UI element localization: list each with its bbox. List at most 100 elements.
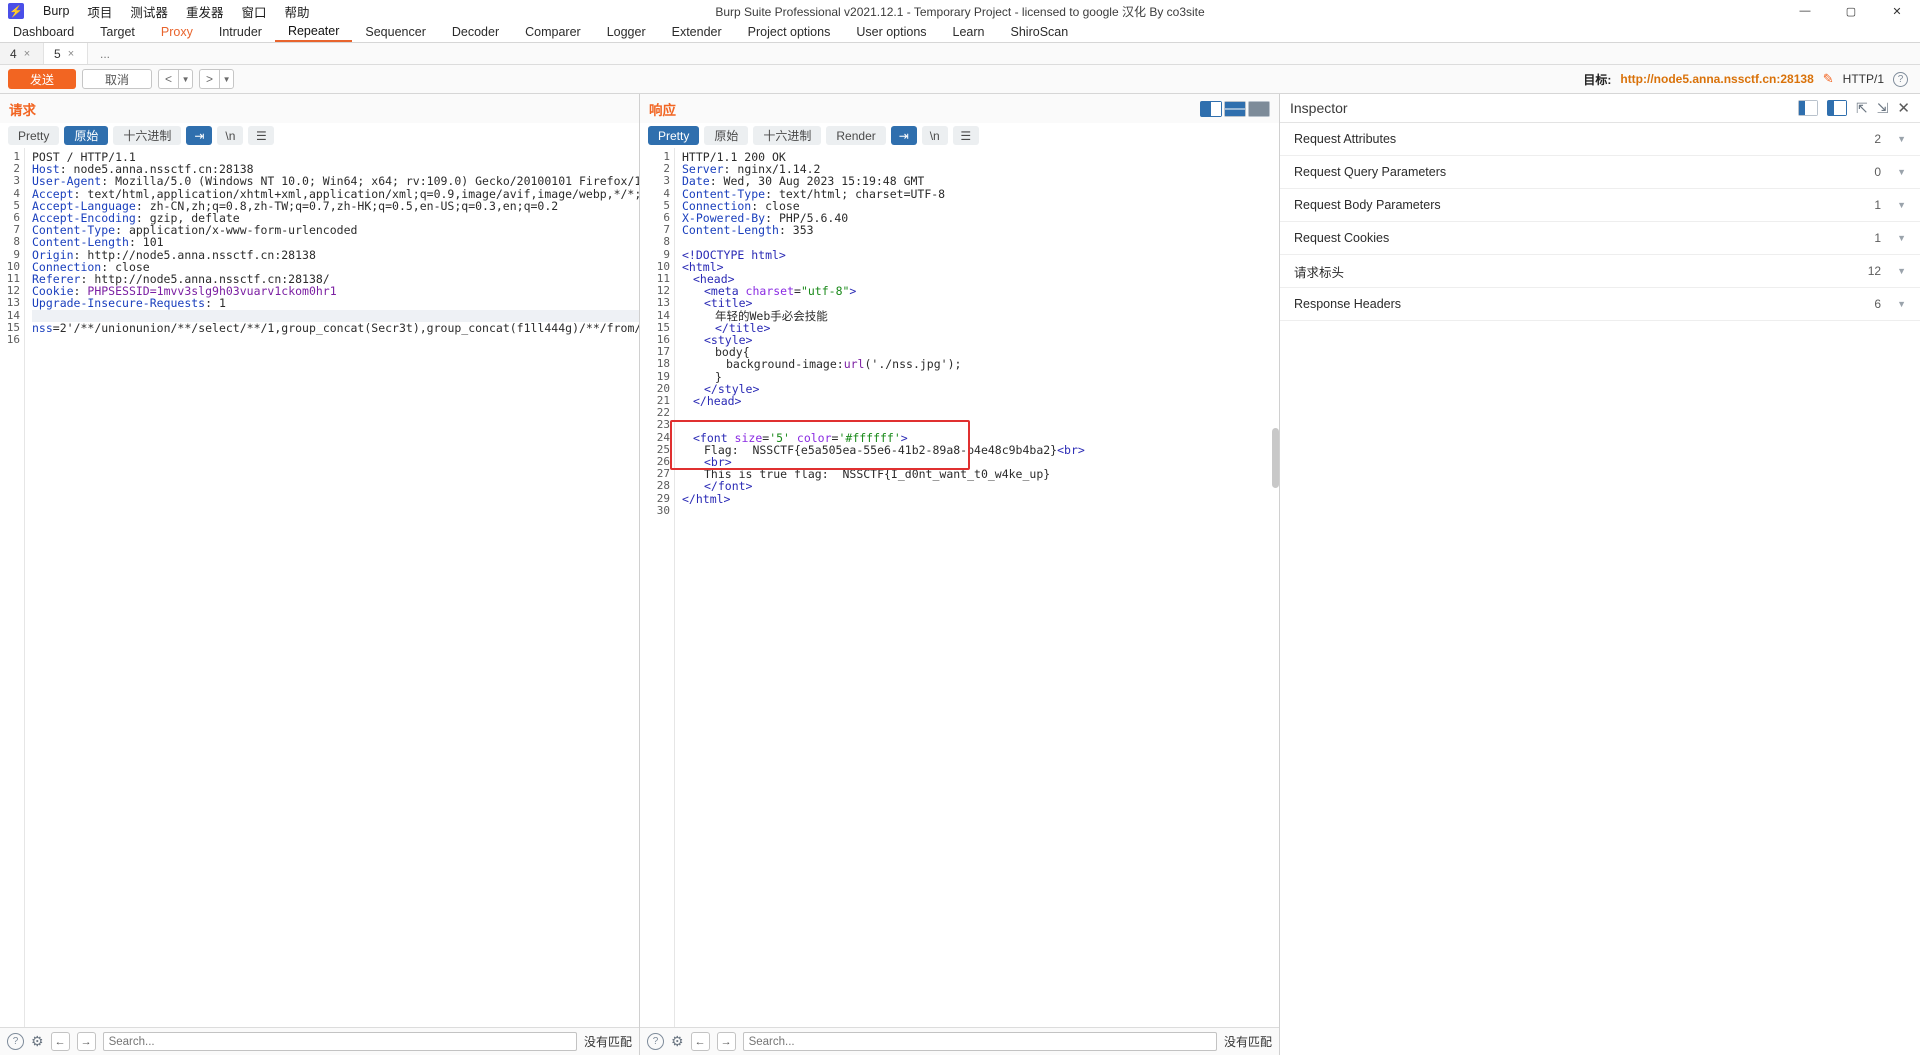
code-line[interactable]: <style> [682, 334, 1279, 346]
code-line[interactable]: <!DOCTYPE html> [682, 249, 1279, 261]
inspector-row-5[interactable]: Response Headers 6 ▼ [1280, 288, 1920, 321]
code-line[interactable]: Upgrade-Insecure-Requests: 1 [32, 297, 639, 309]
menu-item-intruder[interactable]: 测试器 [121, 0, 177, 23]
response-body-text[interactable]: HTTP/1.1 200 OK Server: nginx/1.14.2 Date:… [674, 148, 1279, 1027]
inspector-row-0[interactable]: Request Attributes 2 ▼ [1280, 123, 1920, 156]
code-line[interactable]: } [682, 371, 1279, 383]
code-line[interactable]: </style> [682, 383, 1279, 395]
cancel-button[interactable]: 取消 [82, 69, 153, 89]
tab-decoder[interactable]: Decoder [439, 22, 512, 42]
code-line[interactable] [682, 566, 1279, 578]
split-horizontal-icon[interactable] [1224, 100, 1246, 117]
code-line[interactable]: </font> [682, 480, 1279, 492]
request-body-text[interactable]: POST / HTTP/1.1 Host: node5.anna.nssctf.c… [24, 148, 639, 1027]
close-icon[interactable]: × [68, 48, 74, 60]
chevron-down-icon[interactable]: ▼ [1897, 134, 1906, 144]
pane-resize-handle[interactable]: ⋮⋮ [640, 446, 641, 460]
request-tab-raw[interactable]: 原始 [64, 126, 109, 145]
pencil-icon[interactable]: ✎ [1823, 71, 1834, 87]
search-prev-button[interactable]: ← [690, 1032, 710, 1051]
tab-dashboard[interactable]: Dashboard [0, 22, 87, 42]
search-prev-button[interactable]: ← [50, 1032, 70, 1051]
newline-icon[interactable]: \n [921, 126, 948, 145]
code-line[interactable]: nss=2'/**/unionunion/**/select/**/1,grou… [32, 322, 639, 334]
gear-icon[interactable]: ⚙ [671, 1033, 684, 1050]
tab-comparer[interactable]: Comparer [512, 22, 594, 42]
help-icon[interactable]: ? [7, 1033, 24, 1050]
collapse-all-icon[interactable]: ⇱ [1856, 100, 1868, 117]
menu-icon[interactable]: ☰ [248, 126, 275, 145]
single-pane-icon[interactable] [1248, 100, 1270, 117]
back-icon[interactable]: < [158, 69, 179, 89]
tab-user-options[interactable]: User options [843, 22, 939, 42]
inspector-row-4[interactable]: 请求标头 12 ▼ [1280, 255, 1920, 288]
code-line[interactable]: </title> [682, 322, 1279, 334]
tab-project-options[interactable]: Project options [735, 22, 844, 42]
help-icon[interactable]: ? [647, 1033, 664, 1050]
search-next-button[interactable]: → [76, 1032, 96, 1051]
code-line[interactable] [682, 529, 1279, 541]
tab-shiroscan[interactable]: ShiroScan [998, 22, 1082, 42]
inspector-close-icon[interactable]: ✕ [1897, 99, 1910, 117]
tab-extender[interactable]: Extender [659, 22, 735, 42]
request-tab-hex[interactable]: 十六进制 [113, 126, 182, 145]
code-line[interactable] [682, 542, 1279, 554]
menu-item-project[interactable]: 项目 [78, 0, 121, 23]
inspector-row-3[interactable]: Request Cookies 1 ▼ [1280, 222, 1920, 255]
forward-icon[interactable]: > [199, 69, 220, 89]
chevron-down-icon[interactable]: ▼ [1897, 200, 1906, 210]
menu-item-repeater[interactable]: 重发器 [177, 0, 233, 23]
newline-icon[interactable]: \n [217, 126, 244, 145]
inspector-row-2[interactable]: Request Body Parameters 1 ▼ [1280, 189, 1920, 222]
split-vertical-icon[interactable] [1200, 100, 1222, 117]
repeater-tab-add[interactable]: ... [88, 43, 122, 64]
chevron-down-icon[interactable]: ▼ [1897, 167, 1906, 177]
request-editor[interactable]: 1 2 3 4 5 6 7 8 9 10 11 12 13 14 15 16 POST / HTTP/1.1 H… [0, 148, 639, 1027]
menu-icon[interactable]: ☰ [952, 126, 979, 145]
menu-item-burp[interactable]: Burp [34, 2, 78, 20]
request-search-input[interactable] [102, 1032, 577, 1051]
chevron-down-icon[interactable]: ▼ [1897, 233, 1906, 243]
code-line[interactable] [682, 554, 1279, 566]
help-icon[interactable]: ? [1893, 71, 1908, 87]
menu-item-help[interactable]: 帮助 [275, 0, 318, 23]
code-line[interactable]: </head> [682, 395, 1279, 407]
tab-learn[interactable]: Learn [940, 22, 998, 42]
close-button[interactable]: ✕ [1874, 0, 1920, 22]
tab-logger[interactable]: Logger [594, 22, 659, 42]
close-icon[interactable]: × [24, 48, 30, 60]
back-button-group[interactable]: < ▼ [158, 69, 194, 89]
inspector-row-1[interactable]: Request Query Parameters 0 ▼ [1280, 156, 1920, 189]
tab-proxy[interactable]: Proxy [148, 22, 206, 42]
code-line[interactable] [682, 578, 1279, 590]
tab-repeater[interactable]: Repeater [274, 22, 353, 42]
chevron-down-icon[interactable]: ▼ [219, 69, 235, 89]
word-wrap-icon[interactable]: ⇥ [890, 126, 917, 145]
code-line[interactable] [32, 334, 639, 346]
response-tab-render[interactable]: Render [826, 126, 886, 145]
forward-button-group[interactable]: > ▼ [199, 69, 235, 89]
tab-target[interactable]: Target [87, 22, 148, 42]
code-line[interactable]: <html> [682, 261, 1279, 273]
chevron-down-icon[interactable]: ▼ [178, 69, 194, 89]
response-tab-pretty[interactable]: Pretty [648, 126, 700, 145]
maximize-button[interactable]: ▢ [1828, 0, 1874, 22]
code-line[interactable]: Content-Length: 353 [682, 224, 1279, 236]
code-line[interactable] [682, 407, 1279, 419]
code-line[interactable]: <meta charset="utf-8"> [682, 285, 1279, 297]
minimize-button[interactable]: — [1782, 0, 1828, 22]
code-line[interactable] [682, 517, 1279, 529]
code-line[interactable]: background-image:url('./nss.jpg'); [682, 358, 1279, 370]
response-search-input[interactable] [742, 1032, 1217, 1051]
send-button[interactable]: 发送 [8, 69, 77, 89]
inspector-layout-left-icon[interactable] [1797, 100, 1818, 116]
inspector-layout-right-icon[interactable] [1826, 100, 1847, 116]
response-scrollbar[interactable] [1272, 428, 1279, 488]
response-tab-raw[interactable]: 原始 [704, 126, 749, 145]
repeater-tab-5[interactable]: 5 × [44, 43, 88, 64]
code-line[interactable]: </html> [682, 493, 1279, 505]
tab-sequencer[interactable]: Sequencer [352, 22, 438, 42]
search-next-button[interactable]: → [716, 1032, 736, 1051]
response-editor[interactable]: 1 2 3 4 5 6 7 8 9 10 11 12 13 14 15 16 17 18 19 20 21 22 23 24 2… [640, 148, 1279, 1027]
code-line[interactable]: This is true flag: NSSCTF{I_d0nt_want_t0… [682, 468, 1279, 480]
